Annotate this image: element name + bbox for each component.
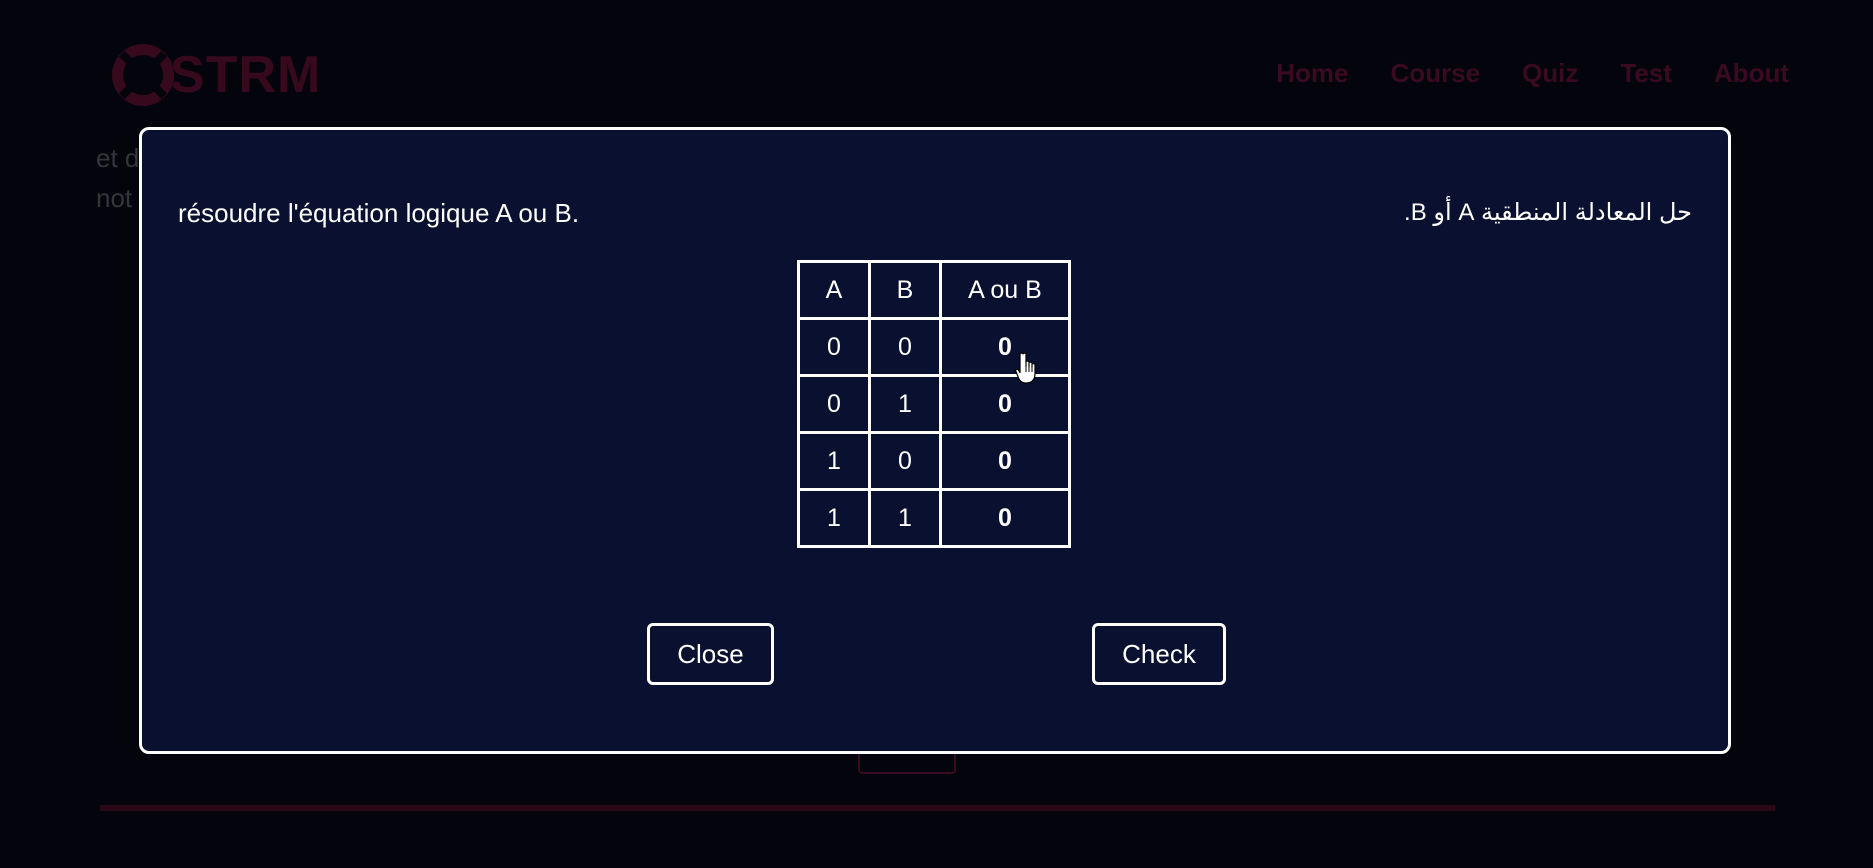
table-header-row: A B A ou B	[797, 260, 1071, 320]
nav-course[interactable]: Course	[1390, 58, 1480, 89]
cell-b: 0	[868, 431, 942, 491]
nav-links: Home Course Quiz Test About	[1276, 58, 1789, 89]
cell-a: 0	[797, 374, 871, 434]
nav-quiz[interactable]: Quiz	[1522, 58, 1578, 89]
cell-a: 1	[797, 431, 871, 491]
logo-text: STRM	[170, 46, 322, 104]
result-toggle-cell[interactable]: 0	[939, 488, 1071, 548]
question-arabic: حل المعادلة المنطقية A أو B.	[1404, 199, 1692, 226]
cell-b: 0	[868, 317, 942, 377]
nav-about[interactable]: About	[1714, 58, 1789, 89]
nav-home[interactable]: Home	[1276, 58, 1348, 89]
navbar: STRM Home Course Quiz Test About	[0, 0, 1873, 130]
cell-b: 1	[868, 374, 942, 434]
header-result: A ou B	[939, 260, 1071, 320]
logo-icon	[112, 44, 174, 106]
result-toggle-cell[interactable]: 0	[939, 431, 1071, 491]
check-button[interactable]: Check	[1092, 623, 1226, 685]
quiz-modal: résoudre l'équation logique A ou B. حل ا…	[139, 127, 1731, 754]
close-button[interactable]: Close	[647, 623, 774, 685]
header-b: B	[868, 260, 942, 320]
result-toggle-cell[interactable]: 0	[939, 374, 1071, 434]
cell-a: 0	[797, 317, 871, 377]
background-divider	[100, 805, 1775, 811]
cell-b: 1	[868, 488, 942, 548]
table-row: 1 0 0	[797, 431, 1071, 491]
result-toggle-cell[interactable]: 0	[939, 317, 1071, 377]
truth-table: A B A ou B 0 0 0 0 1 0 1 0 0 1 1 0	[797, 260, 1071, 548]
nav-test[interactable]: Test	[1620, 58, 1672, 89]
header-a: A	[797, 260, 871, 320]
page: STRM Home Course Quiz Test About et d no…	[0, 0, 1873, 868]
background-text-line: not	[96, 183, 133, 213]
table-row: 0 1 0	[797, 374, 1071, 434]
table-row: 0 0 0	[797, 317, 1071, 377]
table-row: 1 1 0	[797, 488, 1071, 548]
site-logo[interactable]: STRM	[112, 40, 321, 110]
background-text-line: et d	[96, 143, 140, 173]
cell-a: 1	[797, 488, 871, 548]
question-french: résoudre l'équation logique A ou B.	[178, 198, 580, 228]
